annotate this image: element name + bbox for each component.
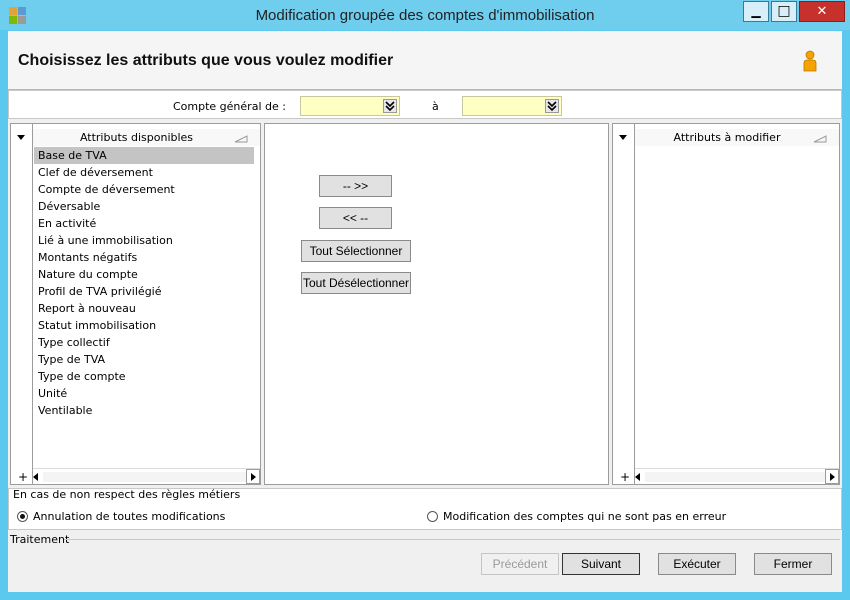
attributes-to-modify-column-header[interactable]: Attributs à modifier bbox=[635, 129, 839, 146]
scroll-left-icon[interactable] bbox=[33, 473, 38, 481]
triangle-down-icon bbox=[619, 135, 627, 140]
list-item[interactable]: Statut immobilisation bbox=[34, 317, 260, 334]
option-partial-radio[interactable]: Modification des comptes qui ne sont pas… bbox=[427, 510, 726, 523]
option-cancel-all-label: Annulation de toutes modifications bbox=[33, 510, 226, 523]
grid-row-selector[interactable] bbox=[613, 124, 635, 484]
list-item[interactable]: Type de TVA bbox=[34, 351, 260, 368]
account-to-combo[interactable] bbox=[462, 96, 562, 116]
list-item[interactable]: Déversable bbox=[34, 198, 260, 215]
execute-button[interactable]: Exécuter bbox=[658, 553, 736, 575]
sort-triangle-icon bbox=[813, 135, 827, 143]
column-header-label: Attributs à modifier bbox=[673, 131, 781, 144]
minimize-icon: ▁ bbox=[751, 4, 761, 18]
account-range-filter: Compte général de : à bbox=[8, 90, 842, 119]
list-item[interactable]: Montants négatifs bbox=[34, 249, 260, 266]
processing-separator bbox=[64, 539, 840, 540]
list-item[interactable]: Lié à une immobilisation bbox=[34, 232, 260, 249]
account-from-combo[interactable] bbox=[300, 96, 400, 116]
maximize-icon: □ bbox=[777, 3, 791, 19]
option-cancel-all-radio[interactable]: Annulation de toutes modifications bbox=[17, 510, 225, 523]
radio-button-icon bbox=[427, 511, 438, 522]
radio-button-icon bbox=[17, 511, 28, 522]
close-window-button[interactable]: ✕ bbox=[799, 1, 845, 22]
previous-button[interactable]: Précédent bbox=[481, 553, 559, 575]
list-item[interactable]: Report à nouveau bbox=[34, 300, 260, 317]
double-chevron-down-icon bbox=[385, 101, 395, 112]
scroll-left-icon[interactable] bbox=[635, 473, 640, 481]
remove-attribute-button[interactable]: << -- bbox=[319, 207, 392, 229]
window-title: Modification groupée des comptes d'immob… bbox=[255, 7, 595, 24]
scrollbar-track[interactable] bbox=[43, 472, 246, 482]
user-icon bbox=[803, 50, 817, 72]
close-button[interactable]: Fermer bbox=[754, 553, 832, 575]
select-all-button[interactable]: Tout Sélectionner bbox=[301, 240, 411, 262]
business-rules-group: En cas de non respect des règles métiers… bbox=[8, 488, 842, 530]
available-attributes-list[interactable]: Base de TVA Clef de déversement Compte de … bbox=[34, 147, 260, 419]
page-title: Choisissez les attributs que vous voulez… bbox=[18, 52, 394, 69]
transfer-panel: -- >> << -- Tout Sélectionner Tout Désél… bbox=[264, 123, 609, 485]
list-item[interactable]: En activité bbox=[34, 215, 260, 232]
list-item[interactable]: Clef de déversement bbox=[34, 164, 260, 181]
list-item[interactable]: Unité bbox=[34, 385, 260, 402]
triangle-down-icon bbox=[17, 135, 25, 140]
add-row-icon[interactable]: + bbox=[17, 470, 29, 484]
double-chevron-down-icon bbox=[547, 101, 557, 112]
attributes-to-modify-grid: Attributs à modifier + bbox=[612, 123, 840, 485]
list-item[interactable]: Type de compte bbox=[34, 368, 260, 385]
processing-caption: Traitement bbox=[10, 533, 70, 546]
title-bar[interactable]: Modification groupée des comptes d'immob… bbox=[0, 0, 850, 30]
list-item[interactable]: Compte de déversement bbox=[34, 181, 260, 198]
scroll-right-icon bbox=[251, 473, 256, 481]
maximize-button[interactable]: □ bbox=[771, 1, 797, 22]
sort-triangle-icon bbox=[234, 135, 248, 143]
add-row-icon[interactable]: + bbox=[619, 470, 631, 484]
list-item[interactable]: Nature du compte bbox=[34, 266, 260, 283]
minimize-button[interactable]: ▁ bbox=[743, 1, 769, 22]
list-item[interactable]: Type collectif bbox=[34, 334, 260, 351]
scrollbar-track[interactable] bbox=[645, 472, 825, 482]
horizontal-scrollbar[interactable]: + bbox=[620, 468, 839, 484]
account-to-dropdown-button[interactable] bbox=[545, 99, 559, 113]
dialog-client: Choisissez les attributs que vous voulez… bbox=[8, 31, 842, 592]
to-label: à bbox=[432, 100, 439, 113]
list-item[interactable]: Ventilable bbox=[34, 402, 260, 419]
column-header-label: Attributs disponibles bbox=[79, 131, 194, 144]
account-from-dropdown-button[interactable] bbox=[383, 99, 397, 113]
wizard-header: Choisissez les attributs que vous voulez… bbox=[8, 31, 842, 90]
list-item[interactable]: Profil de TVA privilégié bbox=[34, 283, 260, 300]
close-icon: ✕ bbox=[816, 4, 828, 19]
add-attribute-button[interactable]: -- >> bbox=[319, 175, 392, 197]
deselect-all-button[interactable]: Tout Désélectionner bbox=[301, 272, 411, 294]
from-label: Compte général de : bbox=[173, 100, 286, 113]
scroll-right-button[interactable] bbox=[825, 469, 839, 484]
available-attributes-grid: Attributs disponibles Base de TVA Clef de… bbox=[10, 123, 261, 485]
scroll-right-icon bbox=[830, 473, 835, 481]
option-partial-label: Modification des comptes qui ne sont pas… bbox=[443, 510, 727, 523]
business-rules-caption: En cas de non respect des règles métiers bbox=[13, 488, 241, 501]
grid-row-selector[interactable] bbox=[11, 124, 33, 484]
scroll-right-button[interactable] bbox=[246, 469, 260, 484]
list-item[interactable]: Base de TVA bbox=[34, 147, 254, 164]
available-attributes-column-header[interactable]: Attributs disponibles bbox=[33, 129, 260, 146]
next-button[interactable]: Suivant bbox=[562, 553, 640, 575]
horizontal-scrollbar[interactable]: + bbox=[18, 468, 260, 484]
